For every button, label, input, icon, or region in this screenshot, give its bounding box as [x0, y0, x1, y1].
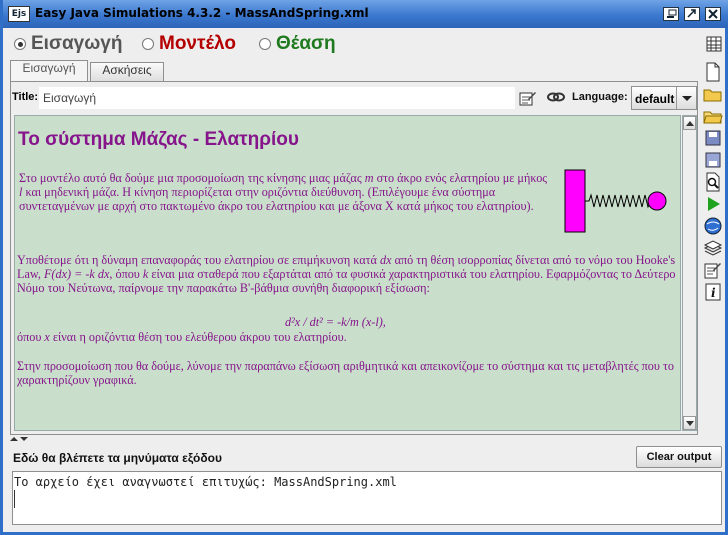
content-scrollbar[interactable] [682, 115, 697, 431]
paragraph-4: Στην προσομοίωση που θα δούμε, λύνομε τη… [17, 359, 674, 387]
app-logo-icon: Ejs [8, 6, 30, 22]
maximize-button[interactable] [684, 7, 700, 21]
scroll-down-icon[interactable] [683, 416, 696, 430]
title-row: Title: Language: default [11, 85, 697, 111]
close-icon [708, 9, 718, 19]
folder-icon[interactable] [703, 106, 723, 126]
clear-output-button[interactable]: Clear output [636, 446, 722, 468]
new-icon[interactable] [703, 62, 723, 82]
language-label: Language: [572, 91, 628, 103]
text-caret [14, 490, 15, 508]
title-bar[interactable]: Ejs Easy Java Simulations 4.3.2 - MassAn… [3, 0, 728, 28]
mode-model-radio[interactable]: Μοντέλο [142, 33, 236, 55]
radio-icon [259, 38, 271, 50]
web-icon[interactable] [703, 216, 723, 236]
save-icon[interactable] [703, 128, 723, 148]
output-title: Εδώ θα βλέπετε τα μηνύματα εξόδου [13, 451, 222, 465]
equation: d²x / dt² = -k/m (x-l), [285, 315, 386, 329]
mode-model-label: Μοντέλο [159, 33, 236, 54]
close-button[interactable] [705, 7, 721, 21]
info-icon[interactable]: i [703, 282, 723, 302]
language-value: default [635, 92, 675, 106]
run-icon[interactable] [703, 194, 723, 214]
content-heading: Το σύστημα Μάζας - Ελατηρίου [18, 129, 299, 150]
paragraph-3: όπου x είναι η οριζόντια θέση του ελεύθε… [17, 330, 347, 344]
radio-selected-icon [14, 38, 26, 50]
tab-intro[interactable]: Εισαγωγή [10, 60, 88, 82]
tab-exercises[interactable]: Ασκήσεις [90, 62, 164, 82]
paragraph-2: Υποθέτομε ότι η δύναμη επαναφοράς του ελ… [17, 253, 676, 295]
edit-icon[interactable] [703, 260, 723, 280]
window-title: Easy Java Simulations 4.3.2 - MassAndSpr… [35, 6, 369, 20]
radio-icon [142, 38, 154, 50]
mode-selector: Εισαγωγή Μοντέλο Θέαση [6, 28, 728, 60]
scroll-up-icon[interactable] [683, 116, 696, 130]
mode-view-radio[interactable]: Θέαση [259, 33, 336, 55]
chevron-down-icon[interactable] [676, 87, 696, 109]
minimize-icon [667, 9, 677, 18]
title-label: Title: [12, 91, 39, 103]
split-pane-divider[interactable] [6, 435, 728, 443]
collapse-arrows-icon[interactable] [10, 436, 30, 442]
edit-page-icon[interactable] [519, 90, 537, 106]
mass-spring-illustration-icon [564, 169, 667, 233]
mode-intro-radio[interactable]: Εισαγωγή [14, 33, 122, 55]
mode-intro-label: Εισαγωγή [31, 33, 123, 54]
app-window: Ejs Easy Java Simulations 4.3.2 - MassAn… [0, 0, 728, 535]
paragraph-1: Στο μοντέλο αυτό θα δούμε μια προσομοίωσ… [19, 171, 548, 213]
output-header: Εδώ θα βλέπετε τα μηνύματα εξόδου Clear … [6, 444, 728, 470]
save-as-icon[interactable] [703, 150, 723, 170]
svg-text:i: i [711, 286, 716, 300]
search-icon[interactable] [703, 172, 723, 192]
intro-content: Το σύστημα Μάζας - Ελατηρίου Στο μοντέλο… [14, 115, 681, 431]
output-area[interactable]: Το αρχείο έχει αναγνωστεί επιτυχώς: Mass… [12, 471, 722, 525]
grid-icon[interactable] [706, 36, 722, 52]
language-select[interactable]: default [631, 86, 697, 110]
link-icon[interactable] [547, 90, 565, 104]
open-icon[interactable] [703, 84, 723, 104]
layers-icon[interactable] [703, 238, 723, 258]
title-input[interactable] [39, 87, 515, 109]
output-message: Το αρχείο έχει αναγνωστεί επιτυχώς: Mass… [14, 475, 397, 489]
maximize-icon [687, 9, 696, 18]
mode-view-label: Θέαση [276, 33, 336, 54]
minimize-button[interactable] [663, 7, 679, 21]
intro-panel: Title: Language: default Το σύστημα Μάζα… [10, 81, 698, 435]
